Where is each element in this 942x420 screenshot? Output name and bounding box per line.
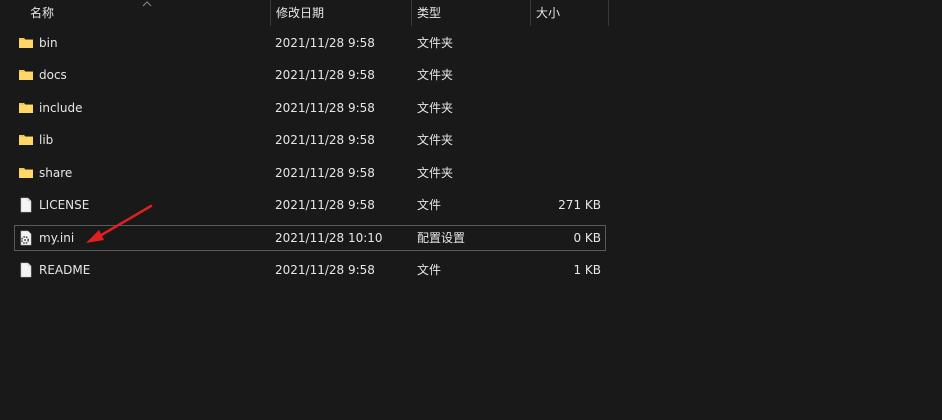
file-modified-date: 2021/11/28 9:58	[275, 263, 375, 277]
folder-icon	[18, 132, 34, 148]
file-icon	[18, 262, 34, 278]
file-type: 文件	[417, 198, 442, 212]
file-modified-date: 2021/11/28 9:58	[275, 101, 375, 115]
file-row[interactable]: my.ini 2021/11/28 10:10 配置设置 0 KB	[14, 225, 606, 251]
column-header-size-label: 大小	[536, 6, 561, 20]
file-row[interactable]: lib 2021/11/28 9:58 文件夹	[14, 127, 606, 153]
file-size: 271 KB	[558, 198, 601, 212]
file-type: 文件	[417, 263, 442, 277]
file-modified-date: 2021/11/28 9:58	[275, 166, 375, 180]
column-header-bar: 名称 修改日期 类型 大小	[0, 0, 942, 26]
file-row[interactable]: bin 2021/11/28 9:58 文件夹	[14, 30, 606, 56]
file-name: my.ini	[39, 231, 75, 245]
folder-icon	[18, 67, 34, 83]
file-type: 文件夹	[417, 68, 454, 82]
column-header-date[interactable]: 修改日期	[270, 0, 411, 26]
column-header-size[interactable]: 大小	[530, 0, 608, 26]
file-modified-date: 2021/11/28 9:58	[275, 198, 375, 212]
file-type: 文件夹	[417, 166, 454, 180]
file-size: 0 KB	[573, 231, 601, 245]
file-name: docs	[39, 68, 67, 82]
file-name: LICENSE	[39, 198, 90, 212]
file-size: 1 KB	[573, 263, 601, 277]
file-row[interactable]: include 2021/11/28 9:58 文件夹	[14, 95, 606, 121]
column-divider[interactable]	[608, 0, 609, 26]
file-modified-date: 2021/11/28 9:58	[275, 68, 375, 82]
file-name: bin	[39, 36, 58, 50]
file-name: lib	[39, 133, 54, 147]
file-type: 文件夹	[417, 133, 454, 147]
file-modified-date: 2021/11/28 9:58	[275, 133, 375, 147]
column-header-type-label: 类型	[417, 6, 442, 20]
file-name: README	[39, 263, 91, 277]
file-icon	[18, 197, 34, 213]
file-row[interactable]: README 2021/11/28 9:58 文件 1 KB	[14, 257, 606, 283]
sort-up-icon	[142, 1, 152, 7]
file-modified-date: 2021/11/28 9:58	[275, 36, 375, 50]
file-modified-date: 2021/11/28 10:10	[275, 231, 383, 245]
file-row[interactable]: share 2021/11/28 9:58 文件夹	[14, 160, 606, 186]
file-type: 配置设置	[417, 231, 466, 245]
column-header-type[interactable]: 类型	[411, 0, 530, 26]
folder-icon	[18, 100, 34, 116]
folder-icon	[18, 165, 34, 181]
file-type: 文件夹	[417, 101, 454, 115]
file-row[interactable]: docs 2021/11/28 9:58 文件夹	[14, 62, 606, 88]
file-name: include	[39, 101, 83, 115]
file-name: share	[39, 166, 73, 180]
settings-file-icon	[18, 230, 34, 246]
file-row[interactable]: LICENSE 2021/11/28 9:58 文件 271 KB	[14, 192, 606, 218]
folder-icon	[18, 35, 34, 51]
column-header-date-label: 修改日期	[276, 6, 325, 20]
file-type: 文件夹	[417, 36, 454, 50]
column-header-name-label: 名称	[30, 6, 55, 20]
